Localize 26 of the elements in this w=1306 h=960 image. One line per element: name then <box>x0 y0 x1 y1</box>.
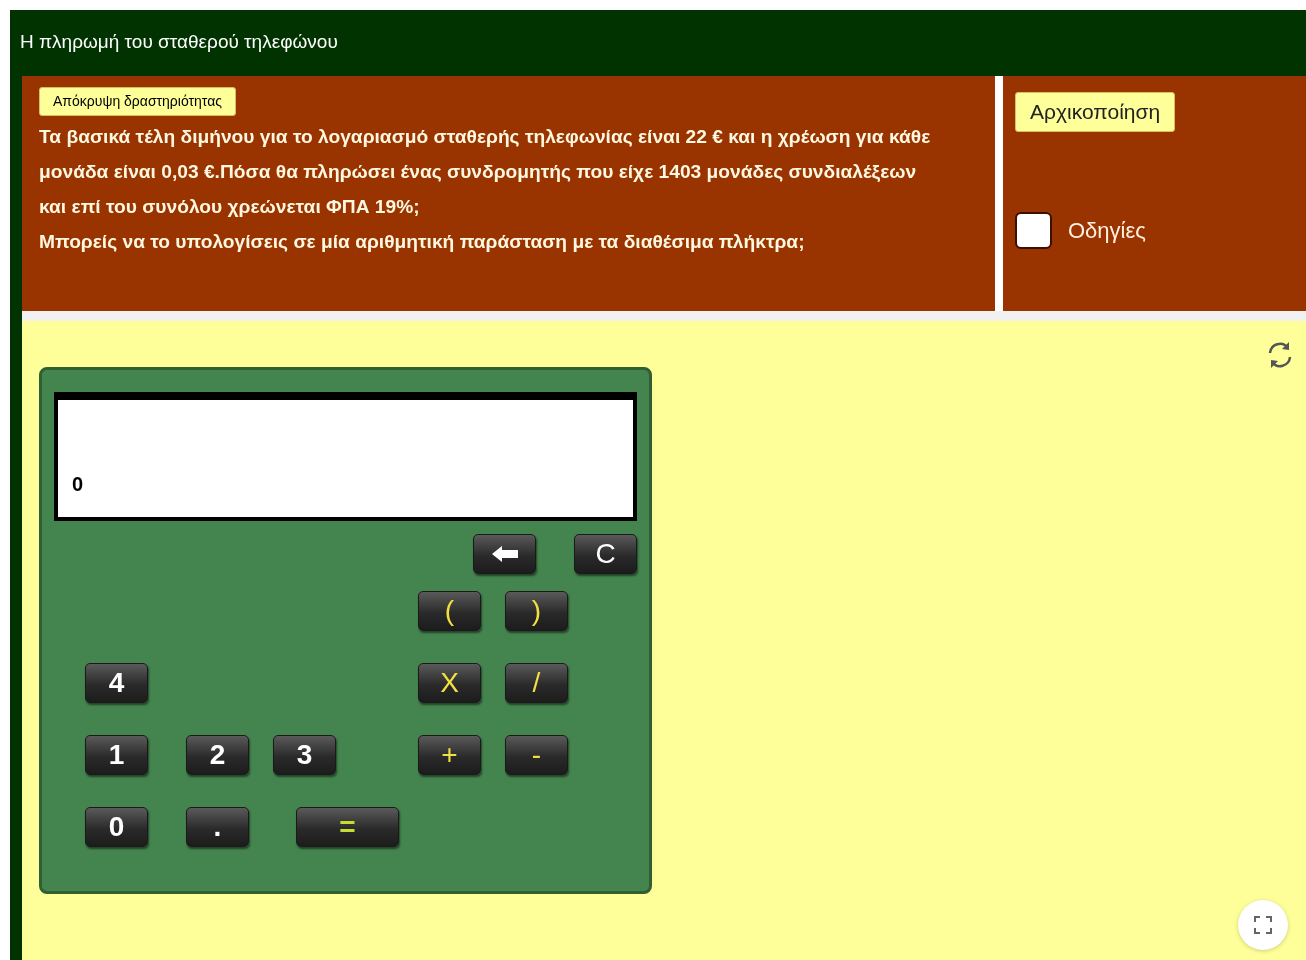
operator-key[interactable]: X <box>418 663 481 703</box>
operator-key[interactable]: ( <box>418 591 481 631</box>
fullscreen-button[interactable] <box>1238 900 1288 950</box>
operator-key[interactable]: / <box>505 663 568 703</box>
question-text: Τα βασικά τέλη διμήνου για το λογαριασμό σταθερής τηλεφωνίας είναι 22 € και η χρέωση για κάθε μονάδα είναι 0,03 €.Πόσα θα πληρώσει ένας συνδρομητής που είχε 1403 μονάδες συνδιαλέξεων και επί του συνόλου χρεώνεται ΦΠΑ 19%; <box>39 125 932 219</box>
page-title: Η πληρωμή του σταθερού τηλεφώνου <box>19 30 339 54</box>
operator-key[interactable]: ) <box>505 591 568 631</box>
fullscreen-icon <box>1254 916 1272 934</box>
operator-key[interactable]: + <box>418 735 481 775</box>
digit-key[interactable]: . <box>186 807 249 847</box>
display-value: 0 <box>72 472 84 497</box>
instructions-label: Οδηγίες <box>1068 216 1146 245</box>
reset-button[interactable]: Αρχικοποίηση <box>1015 92 1176 132</box>
backspace-key[interactable] <box>473 534 536 574</box>
question-text: Μπορείς να το υπολογίσεις σε μία αριθμητική παράσταση με τα διαθέσιμα πλήκτρα; <box>39 230 806 254</box>
left-arrow-icon <box>490 545 519 563</box>
instructions-checkbox[interactable] <box>1015 211 1052 249</box>
digit-key[interactable]: 1 <box>85 735 148 775</box>
digit-key[interactable]: 0 <box>85 807 148 847</box>
equals-key[interactable]: = <box>296 807 399 847</box>
digit-key[interactable]: 4 <box>85 663 148 703</box>
digit-key[interactable]: 3 <box>273 735 336 775</box>
hide-activity-button[interactable]: Απόκρυψη δραστηριότητας <box>39 87 237 116</box>
digit-key[interactable]: 2 <box>186 735 249 775</box>
operator-key[interactable]: - <box>505 735 568 775</box>
clear-key[interactable]: C <box>574 534 637 574</box>
